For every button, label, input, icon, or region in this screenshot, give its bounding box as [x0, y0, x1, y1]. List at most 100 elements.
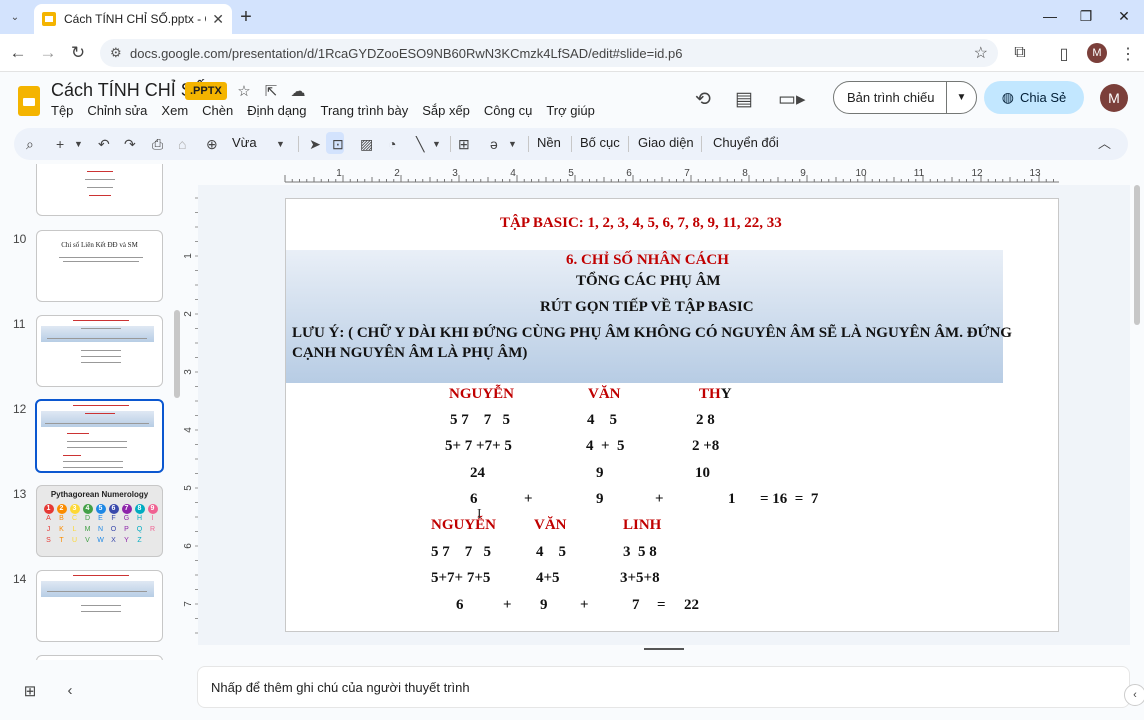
back-icon[interactable]: ←	[8, 43, 28, 63]
section-title: 6. CHỈ SỐ NHÂN CÁCH	[566, 252, 729, 268]
redo-icon[interactable]: ↷	[124, 134, 136, 154]
menu-slide[interactable]: Trang trình bày	[321, 103, 409, 118]
tab-search-icon[interactable]: ⌄	[6, 8, 24, 26]
slides-logo-icon[interactable]	[18, 86, 40, 116]
slide-number-13: 13	[13, 487, 27, 501]
file-type-badge: .PPTX	[185, 82, 227, 100]
ex2-name-2: VĂN	[534, 517, 567, 533]
paint-format-icon[interactable]: ⌂	[178, 134, 186, 154]
meet-camera-icon[interactable]: ▭▸	[778, 88, 806, 111]
browser-tab-bar: ⌄ Cách TÍNH CHỈ SỐ.pptx - Google ✕ + — ❐…	[0, 0, 1144, 34]
new-tab-icon[interactable]: +	[236, 6, 256, 29]
slide-heading: TẬP BASIC: 1, 2, 3, 4, 5, 6, 7, 8, 9, 11…	[500, 215, 782, 231]
ex1-r1-a: 5 7 7 5	[450, 412, 510, 428]
line-icon[interactable]: ╲	[416, 134, 424, 154]
collapse-toolbar-icon[interactable]: ︿	[1098, 134, 1111, 154]
menu-help[interactable]: Trợ giúp	[546, 103, 595, 118]
numerology-number-cell: 7	[121, 504, 132, 514]
reload-icon[interactable]: ↻	[68, 43, 88, 63]
share-button[interactable]: ◍ Chia Sẻ	[984, 81, 1084, 114]
browser-profile-avatar[interactable]: M	[1087, 43, 1107, 63]
minimize-icon[interactable]: —	[1040, 8, 1060, 24]
text-box-icon[interactable]: ⊡	[332, 134, 344, 154]
comments-icon[interactable]: ▤	[732, 88, 756, 111]
horizontal-ruler[interactable]: 1 2 3 4 5 6 7 8 9 10 11 12 13	[197, 167, 1130, 185]
bookmark-star-icon[interactable]: ☆	[974, 43, 988, 63]
ex2-r3-a: 6	[456, 597, 464, 613]
url-field[interactable]: ⚙ docs.google.com/presentation/d/1RcaGYD…	[100, 39, 998, 67]
restore-icon[interactable]: ❐	[1076, 8, 1096, 25]
add-comment-icon[interactable]: ⊞	[458, 134, 470, 154]
notes-resize-handle[interactable]	[644, 648, 684, 650]
insert-image-icon[interactable]: ▨	[360, 134, 373, 154]
collapse-filmstrip-icon[interactable]: ‹	[60, 682, 80, 699]
browser-menu-icon[interactable]: ⋮	[1118, 44, 1138, 64]
close-tab-icon[interactable]: ✕	[212, 11, 224, 28]
transition-button[interactable]: Chuyển đổi	[713, 135, 779, 150]
version-history-icon[interactable]: ⟲	[691, 88, 715, 111]
document-title[interactable]: Cách TÍNH CHỈ SỐ	[51, 80, 207, 101]
slide-thumbnail-9[interactable]	[36, 164, 163, 216]
move-folder-icon[interactable]: ⇱	[261, 82, 281, 100]
background-button[interactable]: Nền	[537, 135, 561, 150]
menu-view[interactable]: Xem	[161, 103, 188, 118]
canvas-scrollbar[interactable]	[1134, 185, 1140, 325]
slide-thumbnail-13[interactable]: Pythagorean Numerology 123456789 A BCDE FGH…	[36, 485, 163, 557]
numerology-letter-cell: B	[59, 515, 64, 522]
menu-format[interactable]: Định dạng	[247, 103, 306, 118]
ex1-r4-c: 1	[728, 491, 736, 507]
new-slide-dropdown-icon[interactable]: ▼	[74, 134, 83, 154]
zoom-icon[interactable]: ⊕	[206, 134, 218, 154]
subtitle-consonants: TỔNG CÁC PHỤ ÂM	[576, 273, 721, 289]
zoom-select[interactable]: Vừa	[232, 135, 257, 150]
numerology-letter-cell: Z	[137, 537, 142, 544]
layout-button[interactable]: Bố cục	[580, 135, 620, 150]
numerology-letter-cell: J	[46, 526, 51, 533]
menu-edit[interactable]: Chỉnh sửa	[87, 103, 147, 118]
close-window-icon[interactable]: ✕	[1114, 8, 1134, 25]
menu-arrange[interactable]: Sắp xếp	[422, 103, 470, 118]
ruler-label: 7	[183, 601, 194, 607]
speaker-notes-field[interactable]: Nhấp để thêm ghi chú của người thuyết tr…	[197, 666, 1130, 708]
slide-thumbnail-10[interactable]: Chỉ số Liên Kết ĐĐ và SM	[36, 230, 163, 302]
new-slide-icon[interactable]: +	[56, 134, 64, 154]
zoom-dropdown-icon[interactable]: ▼	[276, 134, 285, 154]
theme-button[interactable]: Giao diện	[638, 135, 694, 150]
ruler-label: 4	[183, 427, 194, 433]
input-tools-icon[interactable]: ə	[490, 134, 498, 154]
slide-thumbnail-14[interactable]	[36, 570, 163, 642]
menu-tools[interactable]: Công cụ	[484, 103, 532, 118]
ex2-name-1: NGUYỄN	[431, 517, 497, 533]
show-side-panel-icon[interactable]: ‹	[1124, 684, 1144, 706]
grid-view-icon[interactable]: ⊞	[20, 682, 40, 700]
undo-icon[interactable]: ↶	[98, 134, 110, 154]
slideshow-button[interactable]: Bản trình chiếu ▼	[833, 81, 977, 114]
numerology-letter-cell: E	[98, 515, 103, 522]
slide-thumbnail-15[interactable]	[36, 655, 163, 660]
slideshow-dropdown-icon[interactable]: ▼	[947, 92, 976, 103]
ruler-label: 12	[971, 168, 983, 179]
select-tool-icon[interactable]: ➤	[306, 134, 324, 154]
account-avatar[interactable]: M	[1100, 84, 1128, 112]
site-info-icon[interactable]: ⚙	[110, 45, 122, 61]
print-icon[interactable]: ⎙	[152, 134, 163, 154]
slide-thumbnail-12[interactable]	[35, 399, 164, 473]
ruler-label: 7	[684, 168, 690, 179]
cloud-status-icon[interactable]: ☁	[288, 82, 308, 100]
side-panel-icon[interactable]: ▯	[1054, 44, 1074, 64]
slide-thumbnail-11[interactable]	[36, 315, 163, 387]
current-slide[interactable]: TẬP BASIC: 1, 2, 3, 4, 5, 6, 7, 8, 9, 11…	[285, 198, 1059, 632]
editing-toolbar: ⌕ + ▼ ↶ ↷ ⎙ ⌂ ⊕ Vừa ▼ ➤ ⊡ ▨ ◔ ╲ ▼ ⊞ ə ▼ …	[14, 128, 1128, 160]
star-icon[interactable]: ☆	[234, 82, 254, 100]
shape-icon[interactable]: ◔	[388, 134, 396, 154]
menu-insert[interactable]: Chèn	[202, 103, 233, 118]
ex1-r1-c: 2 8	[696, 412, 715, 428]
forward-icon[interactable]: →	[38, 43, 58, 63]
search-menus-icon[interactable]: ⌕	[26, 134, 34, 154]
browser-tab[interactable]: Cách TÍNH CHỈ SỐ.pptx - Google ✕	[34, 4, 232, 34]
extensions-icon[interactable]: ⧉	[1010, 44, 1030, 62]
line-dropdown-icon[interactable]: ▼	[432, 134, 441, 154]
vertical-ruler[interactable]: 1 2 3 4 5 6 7	[180, 185, 198, 645]
input-tools-dropdown-icon[interactable]: ▼	[508, 134, 517, 154]
menu-file[interactable]: Tệp	[51, 103, 73, 118]
